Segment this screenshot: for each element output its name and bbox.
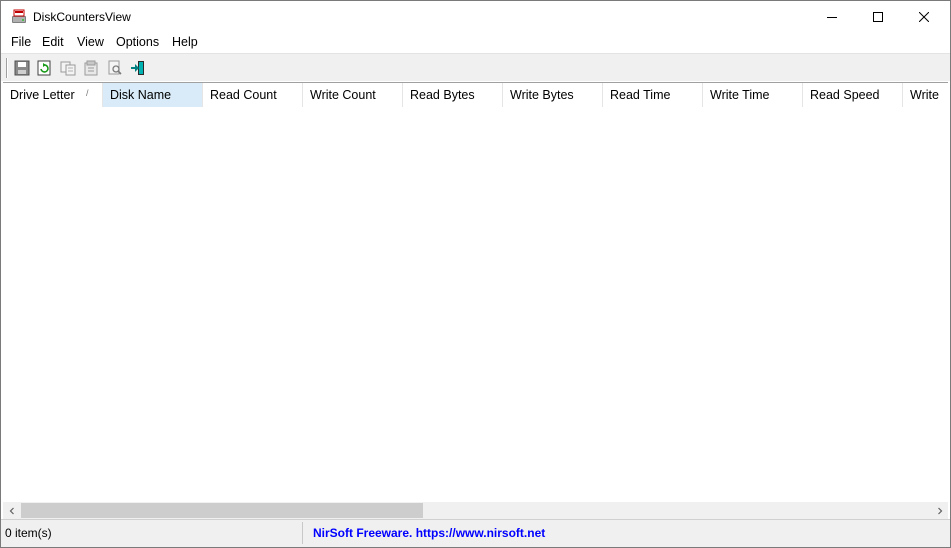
scroll-right-button[interactable] <box>931 502 948 519</box>
chevron-left-icon <box>9 507 14 514</box>
column-header-label: Drive Letter <box>10 88 75 102</box>
column-header-label: Write Time <box>710 88 770 102</box>
column-header-write-bytes[interactable]: Write Bytes <box>503 83 603 107</box>
copy-button[interactable] <box>58 58 78 78</box>
horizontal-scrollbar[interactable] <box>3 502 948 519</box>
minimize-button[interactable] <box>809 1 855 32</box>
column-header-label: Read Count <box>210 88 277 102</box>
close-icon <box>919 11 929 22</box>
title-bar[interactable]: DiskCountersView <box>1 1 950 32</box>
properties-button[interactable] <box>81 58 101 78</box>
column-header-label: Read Speed <box>810 88 880 102</box>
column-header-label: Read Time <box>610 88 671 102</box>
scroll-left-button[interactable] <box>3 502 20 519</box>
maximize-button[interactable] <box>855 1 901 32</box>
toolbar-grip <box>6 58 8 78</box>
refresh-icon <box>37 60 51 76</box>
maximize-icon <box>873 11 883 22</box>
toolbar <box>1 53 950 81</box>
close-button[interactable] <box>901 1 947 32</box>
disk-counters-table[interactable]: Drive Letter / Disk Name Read Count Writ… <box>3 82 948 519</box>
menu-file[interactable]: File <box>10 35 32 49</box>
minimize-icon <box>827 16 837 18</box>
menu-bar: File Edit View Options Help <box>1 32 950 53</box>
column-header-drive-letter[interactable]: Drive Letter / <box>3 83 103 107</box>
exit-button[interactable] <box>128 58 148 78</box>
menu-edit[interactable]: Edit <box>41 35 65 49</box>
menu-view[interactable]: View <box>76 35 105 49</box>
save-icon <box>14 60 30 76</box>
refresh-button[interactable] <box>34 58 54 78</box>
status-bar: 0 item(s) NirSoft Freeware. https://www.… <box>1 519 950 547</box>
scroll-thumb[interactable] <box>21 503 423 518</box>
column-header-read-speed[interactable]: Read Speed <box>803 83 903 107</box>
column-header-label: Write Count <box>310 88 376 102</box>
chevron-right-icon <box>937 507 942 514</box>
save-button[interactable] <box>12 58 32 78</box>
nirsoft-link[interactable]: NirSoft Freeware. https://www.nirsoft.ne… <box>305 522 949 544</box>
column-header-write-speed[interactable]: Write <box>903 83 948 107</box>
copy-icon <box>60 61 76 76</box>
app-window: DiskCountersView File Edit View Options … <box>0 0 951 548</box>
find-button[interactable] <box>105 58 125 78</box>
column-header-label: Read Bytes <box>410 88 475 102</box>
table-body[interactable] <box>3 107 948 502</box>
properties-icon <box>84 60 98 76</box>
column-header-write-count[interactable]: Write Count <box>303 83 403 107</box>
find-icon <box>108 60 122 75</box>
table-header: Drive Letter / Disk Name Read Count Writ… <box>3 83 948 107</box>
column-header-label: Write <box>910 88 939 102</box>
item-count: 0 item(s) <box>1 522 303 544</box>
column-header-label: Write Bytes <box>510 88 574 102</box>
menu-options[interactable]: Options <box>115 35 160 49</box>
column-header-read-bytes[interactable]: Read Bytes <box>403 83 503 107</box>
column-header-disk-name[interactable]: Disk Name <box>103 83 203 107</box>
window-title: DiskCountersView <box>33 10 131 24</box>
column-header-write-time[interactable]: Write Time <box>703 83 803 107</box>
disk-counter-app-icon <box>11 9 27 25</box>
column-header-read-time[interactable]: Read Time <box>603 83 703 107</box>
menu-help[interactable]: Help <box>171 35 199 49</box>
sort-indicator-icon: / <box>86 88 89 98</box>
exit-icon <box>131 61 144 75</box>
column-header-label: Disk Name <box>110 88 172 102</box>
column-header-read-count[interactable]: Read Count <box>203 83 303 107</box>
